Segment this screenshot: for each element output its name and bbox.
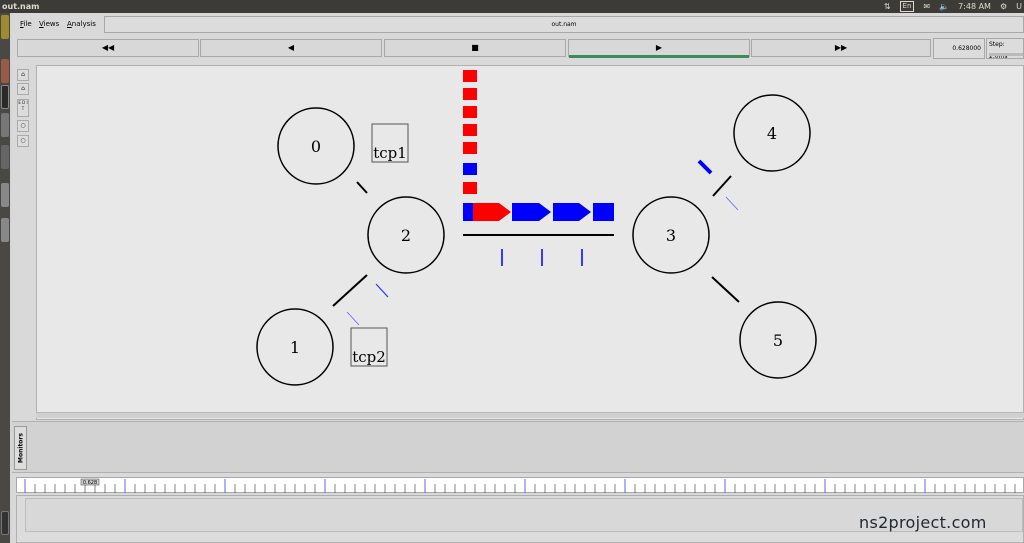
node-5[interactable]: 5	[739, 301, 817, 379]
zoom-out-icon[interactable]: ⌂	[17, 83, 29, 95]
edit-button[interactable]: E D I T	[17, 99, 29, 117]
playback-controls: ◀◀ ◀ ■ ▶ ▶▶ 0.628000 Step: 2.0ms	[12, 37, 1024, 61]
network-canvas[interactable]: 0 1 2 3 4 5 tcp1 tcp2	[36, 65, 1024, 420]
node-4-label: 4	[767, 124, 777, 143]
trace-file-title: out.nam	[104, 16, 1024, 33]
link-0-2	[356, 181, 368, 194]
timeline-marker: 0.628	[83, 480, 97, 486]
packet-on-link	[512, 203, 551, 221]
queued-packet	[463, 124, 477, 136]
app-icon-3[interactable]	[1, 218, 9, 242]
link-3-4	[712, 175, 732, 197]
node-3-label: 3	[666, 226, 676, 245]
packet-on-link	[463, 203, 473, 221]
step-control[interactable]: Step: 2.0ms	[986, 38, 1024, 60]
node-0[interactable]: 0	[277, 107, 355, 185]
tool-circle-icon-2[interactable]: ○	[17, 135, 29, 147]
monitors-label: Monitors	[17, 433, 24, 463]
play-button[interactable]: ▶	[568, 39, 750, 58]
agent-tcp2[interactable]: tcp2	[350, 327, 388, 367]
user-menu[interactable]: U	[1016, 0, 1022, 13]
node-0-label: 0	[311, 137, 321, 156]
node-2-label: 2	[401, 226, 411, 245]
agent-tcp1-label: tcp1	[373, 144, 407, 162]
timeline-ticks: 0.628	[24, 478, 1016, 493]
node-4[interactable]: 4	[733, 94, 811, 172]
data-packet	[697, 159, 713, 175]
sync-icon[interactable]: ⇅	[884, 0, 891, 13]
files-icon[interactable]	[1, 59, 9, 83]
app-icon-2[interactable]	[1, 183, 9, 207]
clock[interactable]: 7:48 AM	[958, 0, 991, 13]
system-tray: ⇅ En ✉ 🔈 7:48 AM ⚙ U	[884, 0, 1024, 13]
queued-packet	[463, 163, 477, 175]
os-top-bar: out.nam ⇅ En ✉ 🔈 7:48 AM ⚙ U	[0, 0, 1024, 13]
launcher	[0, 13, 10, 543]
node-2[interactable]: 2	[367, 196, 445, 274]
ack-packet	[375, 283, 389, 298]
agent-tcp2-label: tcp2	[352, 348, 386, 366]
menu-analysis[interactable]: Analysis	[67, 20, 96, 28]
packet-on-link	[473, 203, 511, 221]
active-window-title: out.nam	[2, 2, 40, 11]
link-3-5	[711, 276, 740, 303]
step-slider[interactable]	[989, 53, 1023, 56]
tool-circle-icon[interactable]: ○	[17, 120, 29, 132]
terminal-icon[interactable]	[1, 85, 9, 109]
step-back-button[interactable]: ◀	[200, 39, 382, 57]
tool-column: ⌂ ⌂ E D I T ○ ○	[12, 65, 34, 420]
ack-packet	[725, 196, 739, 211]
topology-svg: 0 1 2 3 4 5 tcp1 tcp2	[256, 70, 817, 386]
packet-on-link	[593, 203, 614, 221]
step-label: Step: 2.0ms	[989, 41, 1008, 60]
menu-bar: File Views Analysis out.nam	[12, 13, 1024, 35]
node-1-label: 1	[290, 338, 300, 357]
agent-tcp1[interactable]: tcp1	[371, 123, 409, 163]
screen: { "os": { "title": "out.nam", "lang": "E…	[0, 0, 1024, 543]
trash-icon[interactable]	[1, 511, 9, 535]
link-1-2	[332, 274, 368, 307]
rewind-button[interactable]: ◀◀	[17, 39, 199, 57]
settings-icon[interactable]	[1, 145, 9, 169]
fast-forward-button[interactable]: ▶▶	[751, 39, 931, 57]
gear-icon[interactable]: ⚙	[1000, 0, 1007, 13]
queued-packet	[463, 88, 477, 100]
menu-file[interactable]: File	[20, 20, 32, 28]
zoom-in-icon[interactable]: ⌂	[17, 69, 29, 81]
ack-packet	[346, 311, 360, 326]
app-icon[interactable]	[1, 113, 9, 137]
dash-icon[interactable]	[1, 15, 9, 39]
volume-icon[interactable]: 🔈	[939, 0, 949, 13]
node-3[interactable]: 3	[632, 196, 710, 274]
mail-icon[interactable]: ✉	[923, 0, 930, 13]
menu-views[interactable]: Views	[39, 20, 59, 28]
node-1[interactable]: 1	[256, 308, 334, 386]
nam-window: File Views Analysis out.nam ◀◀ ◀ ■ ▶ ▶▶ …	[12, 13, 1024, 543]
monitors-pane: Monitors	[12, 421, 1024, 473]
canvas-scrollbar[interactable]	[36, 412, 1024, 418]
keyboard-language[interactable]: En	[899, 1, 915, 12]
queued-packet	[463, 70, 477, 82]
queued-packet	[463, 106, 477, 118]
node-5-label: 5	[773, 331, 783, 350]
timeline-slider[interactable]: 0.628	[16, 477, 1024, 493]
monitors-tab[interactable]: Monitors	[14, 426, 27, 470]
time-display: 0.628000	[933, 38, 985, 59]
queued-packet	[463, 182, 477, 194]
timeline-tick-group	[24, 479, 1016, 493]
packet-on-link	[553, 203, 591, 221]
stop-button[interactable]: ■	[384, 39, 566, 57]
watermark: ns2project.com	[859, 513, 987, 532]
queued-packet	[463, 142, 477, 154]
